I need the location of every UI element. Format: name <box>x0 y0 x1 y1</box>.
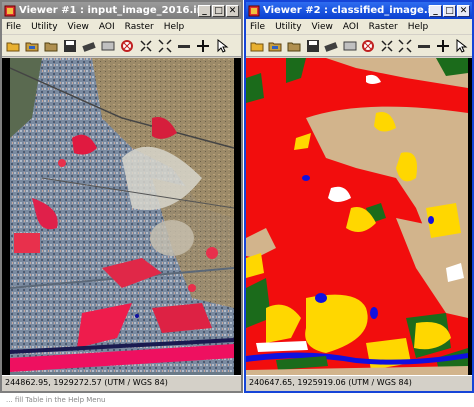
rotate-icon[interactable] <box>416 38 432 54</box>
menu-aoi[interactable]: AOI <box>94 22 120 32</box>
menu-help[interactable]: Help <box>159 22 190 32</box>
viewer-1-titlebar[interactable]: Viewer #1 : input_image_2016.img (:L... … <box>2 2 241 19</box>
menu-raster[interactable]: Raster <box>120 22 159 32</box>
hand-icon[interactable] <box>435 38 451 54</box>
viewer-2-statusbar: 240647.65, 1925919.06 (UTM / WGS 84) <box>246 375 472 391</box>
viewer-2-menubar: File Utility View AOI Raster Help <box>246 19 472 34</box>
viewer-2-title: Viewer #2 : classified_image.img (:L... <box>263 5 429 16</box>
viewer-2-window: Viewer #2 : classified_image.img (:L... … <box>244 0 474 393</box>
zoom-out-icon[interactable] <box>398 38 414 54</box>
open-layer-icon[interactable] <box>268 38 284 54</box>
viewer-1-window: Viewer #1 : input_image_2016.img (:L... … <box>0 0 243 393</box>
open-layer-icon[interactable] <box>24 38 40 54</box>
close-button[interactable]: ✕ <box>457 4 470 17</box>
info-icon[interactable] <box>119 38 135 54</box>
clear-view-icon[interactable] <box>342 38 358 54</box>
menu-view[interactable]: View <box>63 22 94 32</box>
viewer-2-image-area[interactable] <box>246 58 472 376</box>
save-icon[interactable] <box>305 38 321 54</box>
arrow-icon[interactable] <box>453 38 469 54</box>
close-layer-icon[interactable] <box>286 38 302 54</box>
info-icon[interactable] <box>360 38 376 54</box>
minimize-button[interactable]: _ <box>429 4 442 17</box>
menu-utility[interactable]: Utility <box>270 22 306 32</box>
viewer-1-title: Viewer #1 : input_image_2016.img (:L... <box>19 5 198 16</box>
maximize-button[interactable]: □ <box>212 4 225 17</box>
menu-view[interactable]: View <box>307 22 338 32</box>
menu-aoi[interactable]: AOI <box>338 22 364 32</box>
zoom-out-icon[interactable] <box>157 38 173 54</box>
hand-icon[interactable] <box>195 38 211 54</box>
viewer-1-image-area[interactable] <box>2 58 241 376</box>
menu-help[interactable]: Help <box>403 22 434 32</box>
false-color-satellite-image <box>2 58 241 376</box>
save-icon[interactable] <box>62 38 78 54</box>
eraser-icon[interactable] <box>323 38 339 54</box>
zoom-in-icon[interactable] <box>138 38 154 54</box>
erdas-app-icon <box>248 5 260 17</box>
close-layer-icon[interactable] <box>43 38 59 54</box>
viewer-1-statusbar: 244862.95, 1929272.57 (UTM / WGS 84) <box>2 375 241 391</box>
zoom-in-icon[interactable] <box>379 38 395 54</box>
viewer-2-toolbar <box>246 35 472 57</box>
viewer-2-titlebar[interactable]: Viewer #2 : classified_image.img (:L... … <box>246 2 472 19</box>
menu-file[interactable]: File <box>2 22 26 32</box>
viewer-1-menubar: File Utility View AOI Raster Help <box>2 19 241 34</box>
close-button[interactable]: ✕ <box>226 4 239 17</box>
menu-file[interactable]: File <box>246 22 270 32</box>
help-caption: ... fill Table in the Help Menu <box>6 396 106 404</box>
erdas-app-icon <box>4 5 16 17</box>
eraser-icon[interactable] <box>81 38 97 54</box>
viewer-1-toolbar <box>2 35 241 57</box>
open-folder-icon[interactable] <box>249 38 265 54</box>
maximize-button[interactable]: □ <box>443 4 456 17</box>
open-folder-icon[interactable] <box>5 38 21 54</box>
minimize-button[interactable]: _ <box>198 4 211 17</box>
arrow-icon[interactable] <box>214 38 230 54</box>
rotate-icon[interactable] <box>176 38 192 54</box>
menu-raster[interactable]: Raster <box>364 22 403 32</box>
menu-utility[interactable]: Utility <box>26 22 62 32</box>
clear-view-icon[interactable] <box>100 38 116 54</box>
classified-image <box>246 58 472 376</box>
